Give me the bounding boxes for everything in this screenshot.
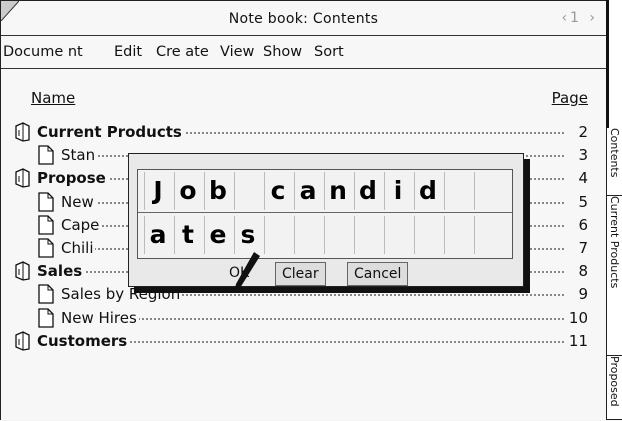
window-title: Note book: Contents (228, 11, 379, 27)
cancel-button[interactable]: Cancel (347, 262, 409, 286)
handwriting-cell[interactable]: b (204, 172, 231, 210)
handwriting-cell[interactable] (324, 216, 351, 254)
handwriting-cell[interactable]: J (144, 172, 171, 210)
handwriting-cell[interactable] (234, 172, 261, 210)
notebook-section-icon (15, 261, 30, 281)
list-item-label: Current Products (37, 123, 184, 141)
handwriting-cell[interactable]: d (354, 172, 381, 210)
notebook-section-icon (15, 168, 30, 189)
menu-edit[interactable]: Edit (114, 44, 142, 60)
handwriting-cell[interactable]: c (264, 172, 291, 210)
tab-proposed[interactable]: Proposed (607, 356, 622, 420)
section-tabs: Contents Current Products Proposed (606, 128, 622, 420)
handwriting-cell[interactable]: s (234, 216, 261, 254)
list-item[interactable]: Current Products 2 (1, 120, 606, 144)
handwriting-cell[interactable] (474, 172, 501, 210)
notebook-section-icon (15, 122, 30, 142)
list-item-label: Propose (37, 169, 108, 188)
handwriting-cell[interactable]: t (174, 216, 201, 254)
handwriting-cell[interactable]: a (294, 172, 321, 210)
list-item-page: 10 (568, 308, 588, 327)
menu-view[interactable]: View (220, 44, 254, 60)
handwriting-cell[interactable] (264, 216, 291, 254)
list-item-page: 5 (568, 192, 588, 211)
list-item-page: 7 (568, 239, 588, 257)
document-page-icon (38, 238, 54, 258)
list-item-page: 9 (568, 285, 588, 304)
handwriting-cell[interactable]: o (174, 172, 201, 210)
pen-cursor-icon (234, 252, 260, 292)
handwriting-cell[interactable]: n (324, 172, 351, 210)
handwriting-dialog: Jobcandidates OK Clear Cancel (128, 153, 524, 287)
handwriting-cell[interactable] (384, 216, 411, 254)
list-item-label: Stan (61, 146, 98, 165)
handwriting-cell[interactable] (414, 216, 441, 254)
handwriting-cell[interactable]: e (204, 216, 231, 254)
list-item-page: 6 (568, 215, 588, 234)
handwriting-cell[interactable]: i (384, 172, 411, 210)
handwriting-grid[interactable]: Jobcandidates (137, 169, 513, 259)
list-item-page: 4 (568, 169, 588, 188)
document-page-icon (38, 307, 54, 328)
tab-current-products[interactable]: Current Products (607, 196, 622, 356)
column-header-name[interactable]: Name (31, 89, 75, 107)
handwriting-cell[interactable] (474, 216, 501, 254)
list-item-page: 3 (568, 146, 588, 165)
list-item-page: 8 (568, 262, 588, 281)
handwriting-cell[interactable] (444, 216, 471, 254)
menu-bar: Docume nt Edit Cre ate View Show Sort (1, 36, 606, 69)
handwriting-cell[interactable]: a (144, 216, 171, 254)
page-navigator[interactable]: ‹1 › (561, 10, 598, 26)
document-page-icon (38, 191, 54, 212)
list-item-label: New Hires (61, 308, 139, 327)
list-item[interactable]: New Hires 10 (1, 306, 606, 330)
handwriting-cell[interactable] (444, 172, 471, 210)
column-header-page[interactable]: Page (552, 89, 588, 107)
list-item[interactable]: Customers 11 (1, 329, 606, 353)
clear-button[interactable]: Clear (275, 262, 326, 286)
list-item-label: New (61, 192, 96, 211)
menu-create[interactable]: Cre ate (156, 44, 209, 60)
list-item-label: Customers (37, 331, 130, 350)
menu-show[interactable]: Show (263, 44, 302, 60)
list-item-label: Cape (61, 215, 102, 234)
list-item-page: 11 (568, 331, 588, 350)
title-bar: Note book: Contents ‹1 › (1, 1, 606, 36)
handwriting-cell[interactable]: d (414, 172, 441, 210)
handwriting-cell[interactable] (294, 216, 321, 254)
tab-contents[interactable]: Contents (607, 128, 622, 196)
menu-sort[interactable]: Sort (314, 44, 344, 60)
notebook-section-icon (15, 331, 30, 351)
tab-strip-top (606, 0, 622, 128)
list-item-label: Sales (37, 262, 85, 281)
menu-document[interactable]: Docume nt (3, 44, 83, 60)
document-page-icon (38, 145, 54, 165)
document-page-icon (38, 215, 54, 235)
handwriting-cell[interactable] (354, 216, 381, 254)
grid-divider (138, 212, 512, 213)
document-page-icon (38, 284, 54, 305)
list-item-page: 2 (568, 123, 588, 141)
list-item-label: Chili (61, 239, 96, 257)
